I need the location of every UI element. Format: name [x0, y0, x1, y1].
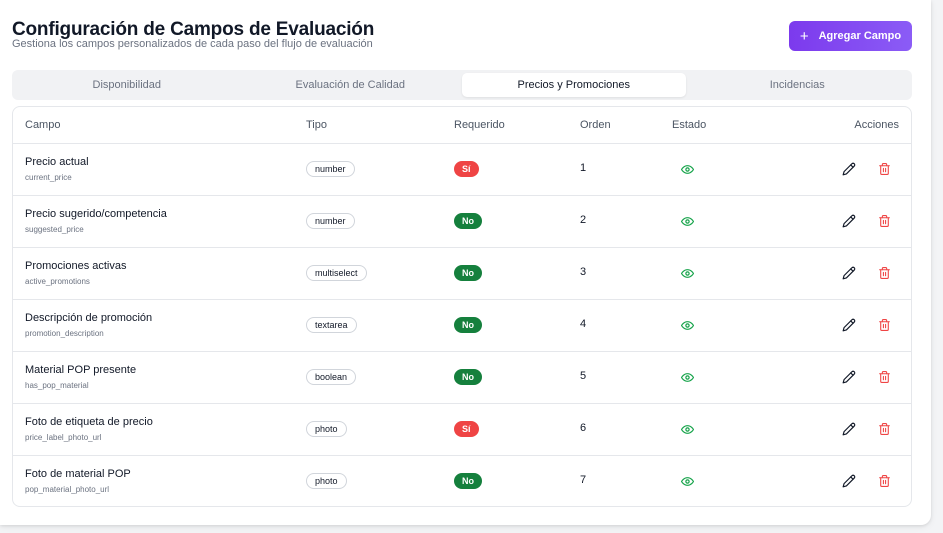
- field-name: Foto de material POP: [25, 468, 131, 480]
- trash-icon[interactable]: [878, 266, 891, 280]
- field-key: current_price: [25, 173, 72, 182]
- required-badge: No: [454, 473, 482, 489]
- tab-evaluacion-calidad[interactable]: Evaluación de Calidad: [239, 73, 463, 97]
- field-type-badge: multiselect: [306, 265, 367, 281]
- edit-icon[interactable]: [842, 162, 856, 176]
- table-header: Campo Tipo Requerido Orden Estado Accion…: [13, 107, 911, 144]
- trash-icon[interactable]: [878, 318, 891, 332]
- column-header-acciones: Acciones: [854, 119, 899, 131]
- eye-icon[interactable]: [681, 371, 694, 384]
- table-row: Foto de etiqueta de precio price_label_p…: [13, 404, 911, 456]
- step-tabs: Disponibilidad Evaluación de Calidad Pre…: [12, 70, 912, 100]
- table-row: Material POP presente has_pop_material b…: [13, 352, 911, 404]
- field-type-badge: photo: [306, 421, 347, 437]
- field-order: 3: [580, 266, 587, 278]
- field-name: Precio sugerido/competencia: [25, 208, 167, 220]
- edit-icon[interactable]: [842, 214, 856, 228]
- add-field-button-label: Agregar Campo: [818, 30, 902, 42]
- field-type-badge: photo: [306, 473, 347, 489]
- field-order: 1: [580, 162, 587, 174]
- table-row: Promociones activas active_promotions mu…: [13, 248, 911, 300]
- field-order: 4: [580, 318, 587, 330]
- field-key: promotion_description: [25, 329, 104, 338]
- table-row: Foto de material POP pop_material_photo_…: [13, 456, 911, 506]
- column-header-estado: Estado: [672, 119, 707, 131]
- column-header-campo: Campo: [25, 119, 61, 131]
- field-key: suggested_price: [25, 225, 84, 234]
- field-order: 7: [580, 474, 587, 486]
- field-name: Foto de etiqueta de precio: [25, 416, 153, 428]
- field-type-badge: boolean: [306, 369, 357, 385]
- table-row: Descripción de promoción promotion_descr…: [13, 300, 911, 352]
- field-order: 5: [580, 370, 587, 382]
- page-subtitle: Gestiona los campos personalizados de ca…: [12, 38, 373, 50]
- required-badge: No: [454, 317, 482, 333]
- required-badge: No: [454, 369, 482, 385]
- eye-icon[interactable]: [681, 215, 694, 228]
- eye-icon[interactable]: [681, 423, 694, 436]
- column-header-tipo: Tipo: [306, 119, 327, 131]
- field-order: 2: [580, 214, 587, 226]
- column-header-orden: Orden: [580, 119, 611, 131]
- plus-icon: +: [799, 27, 809, 45]
- add-field-button[interactable]: + Agregar Campo: [789, 21, 912, 51]
- field-key: active_promotions: [25, 277, 90, 286]
- tab-disponibilidad[interactable]: Disponibilidad: [15, 73, 239, 97]
- required-badge: No: [454, 213, 482, 229]
- field-key: price_label_photo_url: [25, 433, 102, 442]
- edit-icon[interactable]: [842, 422, 856, 436]
- field-type-badge: number: [306, 213, 355, 229]
- eye-icon[interactable]: [681, 319, 694, 332]
- edit-icon[interactable]: [842, 474, 856, 488]
- eye-icon[interactable]: [681, 163, 694, 176]
- trash-icon[interactable]: [878, 214, 891, 228]
- required-badge: Sí: [454, 161, 479, 177]
- required-badge: No: [454, 265, 482, 281]
- field-key: has_pop_material: [25, 381, 89, 390]
- field-name: Precio actual: [25, 156, 89, 168]
- field-name: Promociones activas: [25, 260, 127, 272]
- field-key: pop_material_photo_url: [25, 485, 110, 494]
- eye-icon[interactable]: [681, 267, 694, 280]
- table-body: Precio actual current_price number Sí 1 …: [13, 144, 911, 506]
- edit-icon[interactable]: [842, 370, 856, 384]
- tab-precios-promociones[interactable]: Precios y Promociones: [462, 73, 686, 97]
- trash-icon[interactable]: [878, 422, 891, 436]
- column-header-requerido: Requerido: [454, 119, 505, 131]
- field-name: Descripción de promoción: [25, 312, 153, 324]
- trash-icon[interactable]: [878, 370, 891, 384]
- table-row: Precio actual current_price number Sí 1: [13, 144, 911, 196]
- table-row: Precio sugerido/competencia suggested_pr…: [13, 196, 911, 248]
- field-type-badge: textarea: [306, 317, 357, 333]
- trash-icon[interactable]: [878, 474, 891, 488]
- field-name: Material POP presente: [25, 364, 137, 376]
- tab-incidencias[interactable]: Incidencias: [686, 73, 910, 97]
- field-order: 6: [580, 422, 587, 434]
- edit-icon[interactable]: [842, 318, 856, 332]
- required-badge: Sí: [454, 421, 479, 437]
- trash-icon[interactable]: [878, 162, 891, 176]
- edit-icon[interactable]: [842, 266, 856, 280]
- eye-icon[interactable]: [681, 475, 694, 488]
- field-type-badge: number: [306, 161, 355, 177]
- fields-config-panel: Configuración de Campos de Evaluación Ge…: [0, 0, 931, 525]
- fields-table: Campo Tipo Requerido Orden Estado Accion…: [12, 106, 912, 507]
